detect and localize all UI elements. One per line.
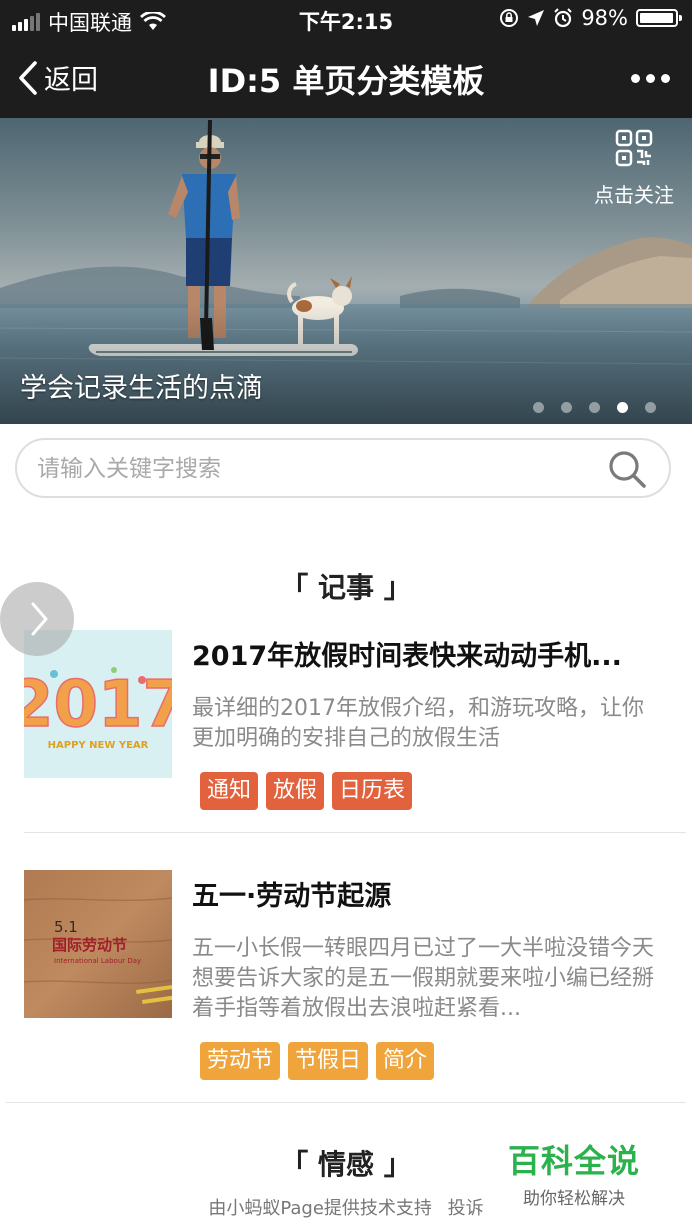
- article-card[interactable]: 5.1 国际劳动节 International Labour Day 五一·劳动…: [24, 870, 664, 1090]
- carousel-dot[interactable]: [561, 402, 572, 413]
- follow-label: 点击关注: [594, 183, 674, 207]
- chevron-right-icon: [31, 602, 48, 636]
- section-title-notes: 「 记事 」: [280, 571, 412, 604]
- divider: [6, 1102, 686, 1103]
- article-description: 最详细的2017年放假介绍，和游玩攻略，让你更加明确的安排自己的放假生活: [192, 696, 644, 751]
- tag-festival[interactable]: 节假日: [288, 1042, 369, 1080]
- carousel-dot[interactable]: [617, 402, 628, 413]
- tag-calendar[interactable]: 日历表: [332, 772, 413, 810]
- more-dot-icon: [646, 74, 655, 83]
- carousel-dot[interactable]: [533, 402, 544, 413]
- page-title: ID:5 单页分类模板: [207, 62, 485, 100]
- tag-holiday[interactable]: 放假: [266, 772, 325, 810]
- article-title: 2017年放假时间表快来动动手机...: [192, 641, 622, 672]
- article-title: 五一·劳动节起源: [192, 881, 392, 912]
- article-tags: 劳动节 节假日 简介: [200, 1042, 435, 1080]
- thumb-date: 5.1: [54, 918, 78, 936]
- orientation-lock-icon: [500, 9, 519, 27]
- search-input[interactable]: [35, 448, 599, 490]
- more-dot-icon: [661, 74, 670, 83]
- navigation-bar: 返回 ID:5 单页分类模板: [0, 38, 692, 118]
- article-description: 五一小长假一转眼四月已过了一大半啦没错今天想要告诉大家的是五一假期就要来啦小编已…: [192, 936, 655, 1021]
- watermark-title: 百科全说: [507, 1142, 640, 1180]
- follow-button[interactable]: 点击关注: [594, 128, 674, 208]
- search-bar: [15, 438, 671, 498]
- battery-percent: 98%: [581, 6, 628, 30]
- article-tags: 通知 放假 日历表: [200, 772, 413, 810]
- battery-icon: [636, 9, 682, 27]
- article-thumbnail: 5.1 国际劳动节 International Labour Day: [24, 870, 172, 1018]
- qr-code-icon: [615, 129, 653, 167]
- location-arrow-icon: [528, 10, 545, 26]
- thumb-subtext: HAPPY NEW YEAR: [48, 740, 149, 751]
- carousel-indicators: [533, 402, 656, 413]
- labour-day-thumbnail-image: 5.1 国际劳动节 International Labour Day: [24, 870, 172, 1018]
- tag-labour-day[interactable]: 劳动节: [200, 1042, 281, 1080]
- more-options-button[interactable]: [631, 74, 670, 83]
- footer: 由小蚂蚁Page提供技术支持 投诉: [0, 1194, 692, 1220]
- footer-support-text: 由小蚂蚁Page提供技术支持: [208, 1198, 432, 1219]
- status-bar: 中国联通 下午2:15 98%: [0, 0, 692, 38]
- carousel-dot[interactable]: [589, 402, 600, 413]
- article-card[interactable]: 2017 HAPPY NEW YEAR 2017年放假时间表快来动动手机... …: [24, 630, 664, 820]
- banner-caption: 学会记录生活的点滴: [20, 373, 263, 404]
- scroll-next-button[interactable]: [0, 582, 74, 656]
- thumb-subtext: International Labour Day: [54, 957, 141, 965]
- thumb-title: 国际劳动节: [52, 936, 127, 954]
- search-icon[interactable]: [607, 449, 647, 489]
- carousel-dot[interactable]: [645, 402, 656, 413]
- alarm-clock-icon: [554, 8, 573, 28]
- divider: [24, 832, 686, 833]
- banner-carousel[interactable]: 点击关注 学会记录生活的点滴: [0, 118, 692, 424]
- tag-notice[interactable]: 通知: [200, 772, 259, 810]
- tag-introduction[interactable]: 简介: [376, 1042, 435, 1080]
- report-link[interactable]: 投诉: [448, 1198, 484, 1219]
- more-dot-icon: [631, 74, 640, 83]
- thumb-year: 2017: [24, 668, 172, 742]
